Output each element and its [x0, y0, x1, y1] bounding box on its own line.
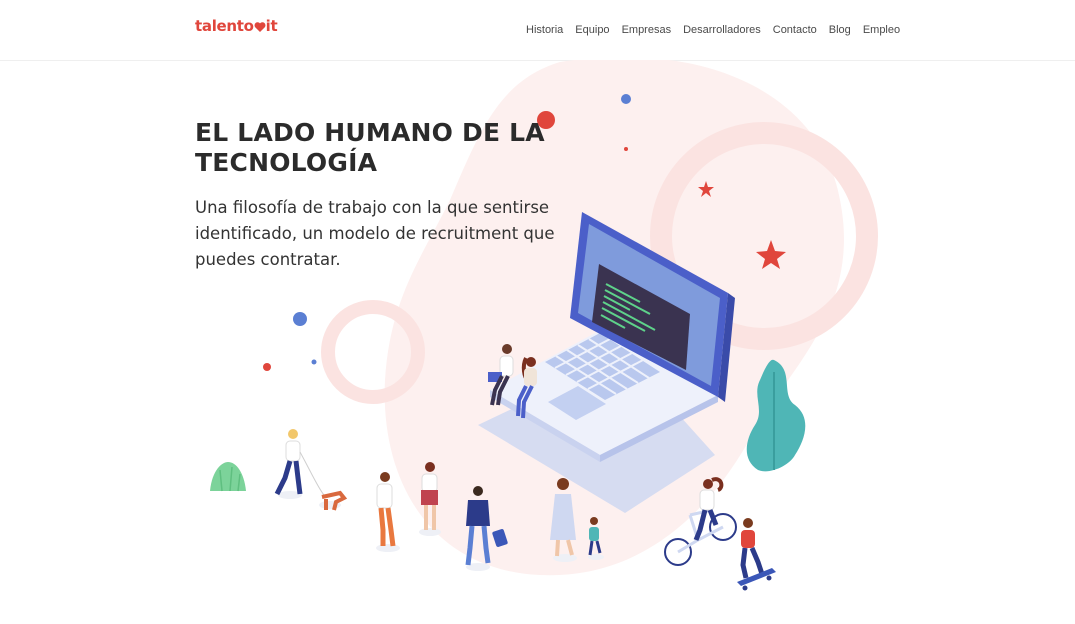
skateboarder: [737, 518, 776, 591]
grass-icon: [210, 462, 246, 491]
nav-equipo[interactable]: Equipo: [575, 24, 609, 36]
talentoit-logo[interactable]: talento it: [195, 17, 278, 35]
heart-icon: [254, 22, 266, 32]
nav-empresas[interactable]: Empresas: [622, 24, 672, 36]
top-header: talento it Historia Equipo Empresas Desar…: [0, 0, 1075, 61]
nav-historia[interactable]: Historia: [526, 24, 563, 36]
nav-desarrolladores[interactable]: Desarrolladores: [683, 24, 761, 36]
main-nav: Historia Equipo Empresas Desarrolladores…: [526, 24, 900, 36]
decor-dot-red-small: [263, 363, 271, 371]
nav-contacto[interactable]: Contacto: [773, 24, 817, 36]
nav-blog[interactable]: Blog: [829, 24, 851, 36]
person-walking-dog: [274, 429, 348, 511]
decor-dot-blue-mid: [293, 312, 307, 326]
decor-dot-blue-small: [311, 359, 317, 365]
hero-title: EL LADO HUMANO DE LA TECNOLOGÍA: [195, 118, 545, 177]
hero-subtitle: Una filosofía de trabajo con la que sent…: [195, 198, 555, 269]
nav-empleo[interactable]: Empleo: [863, 24, 900, 36]
decor-dot-red-tiny: [624, 147, 628, 151]
decor-dot-blue: [621, 94, 631, 104]
